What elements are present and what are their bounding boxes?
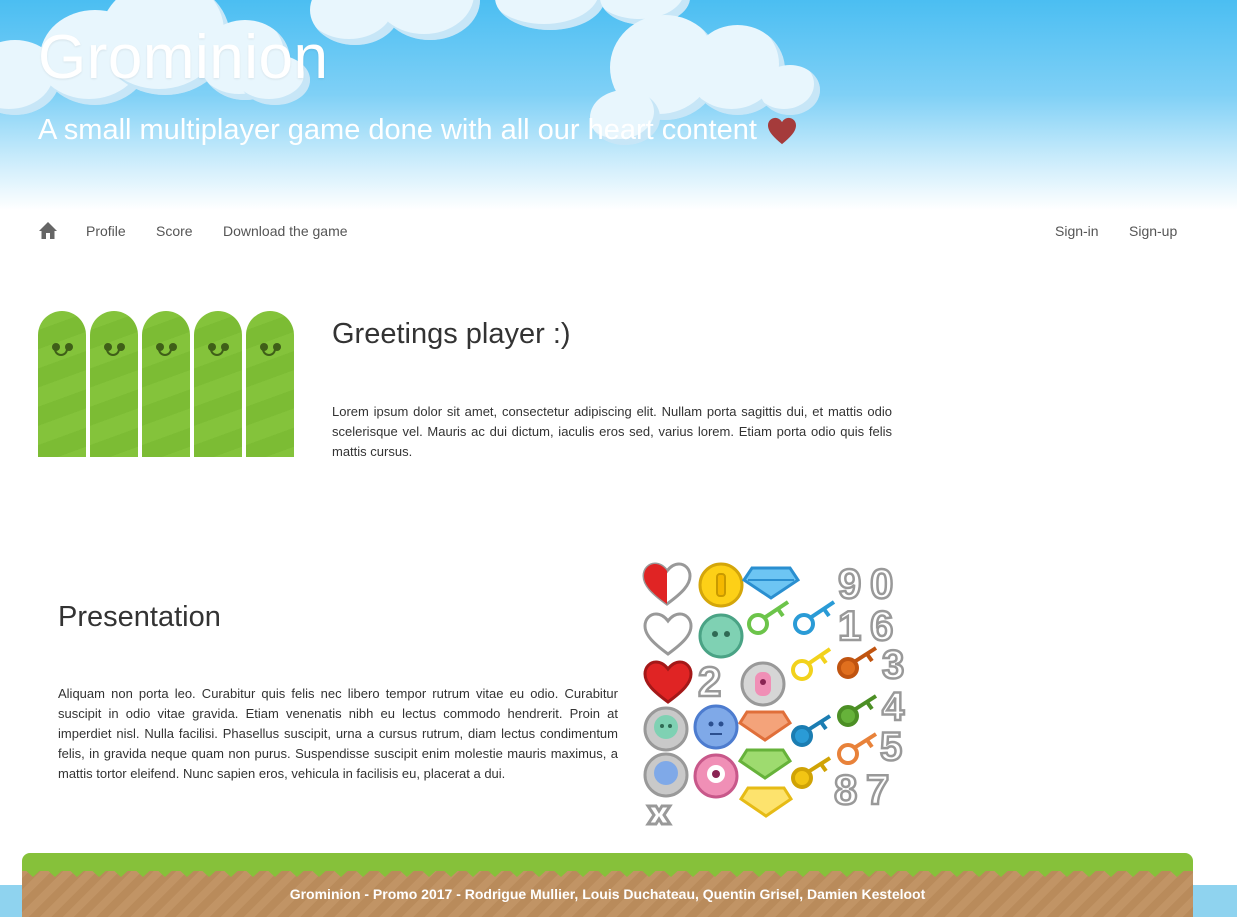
footer-grass (22, 853, 1193, 871)
orange-gem-icon (737, 710, 793, 742)
grey-blue-face-icon (643, 752, 689, 798)
nav-item-download[interactable]: Download the game (223, 223, 348, 239)
half-heart-icon (642, 562, 692, 606)
nav-item-score[interactable]: Score (156, 223, 193, 239)
yellow-gem-icon (738, 786, 794, 818)
pink-eye-icon (740, 661, 786, 707)
green-character (38, 311, 86, 457)
header-banner: Grominion A small multiplayer game done … (0, 0, 1237, 210)
subtitle-text: A small multiplayer game done with all o… (38, 114, 757, 146)
digit-sprite: 0 (870, 560, 893, 607)
green-outline-key-icon (747, 600, 790, 635)
heart-icon (767, 117, 796, 144)
grey-face-icon (643, 706, 689, 752)
main-navigation: Profile Score Download the game Sign-in … (0, 215, 1237, 249)
blue-key-icon (791, 714, 832, 747)
cloud (760, 65, 820, 115)
digit-sprite: 3 (882, 643, 904, 687)
digit-sprite: 5 (880, 725, 902, 769)
nav-item-sign-up[interactable]: Sign-up (1129, 223, 1177, 239)
digit-sprite: 7 (866, 766, 889, 813)
cross-icon (645, 804, 673, 826)
green-characters-image (38, 311, 294, 457)
digit-sprite: 8 (834, 766, 857, 813)
green-character (194, 311, 242, 457)
digit-sprite: 1 (838, 602, 861, 649)
site-subtitle: A small multiplayer game done with all o… (38, 114, 797, 147)
presentation-text: Aliquam non porta leo. Curabitur quis fe… (58, 686, 618, 781)
green-character (246, 311, 294, 457)
presentation-heading: Presentation (58, 601, 221, 633)
full-heart-icon (643, 660, 693, 704)
blue-outline-key-icon (793, 600, 836, 635)
nav-item-sign-in[interactable]: Sign-in (1055, 223, 1099, 239)
footer-credits: Grominion - Promo 2017 - Rodrigue Mullie… (289, 886, 926, 902)
digit-sprite: 9 (838, 560, 861, 607)
yellow-key-icon (791, 756, 832, 789)
orange-key-icon (837, 646, 878, 679)
nav-item-profile[interactable]: Profile (86, 223, 126, 239)
green-gem-icon (737, 748, 793, 780)
coin-icon (698, 562, 744, 608)
footer: Grominion - Promo 2017 - Rodrigue Mullie… (22, 853, 1193, 917)
greetings-heading: Greetings player :) (332, 318, 571, 350)
greetings-text: Lorem ipsum dolor sit amet, consectetur … (332, 404, 892, 459)
site-title: Grominion (38, 23, 329, 92)
cloud (380, 0, 480, 40)
orange-outline-key-icon (837, 732, 878, 765)
blue-gem-icon (741, 566, 801, 600)
green-character (90, 311, 138, 457)
blue-face-icon (693, 704, 739, 750)
empty-heart-icon (643, 612, 693, 656)
yellow-outline-key-icon (791, 647, 832, 681)
green-key-icon (837, 694, 878, 727)
digit-sprite: 4 (882, 685, 905, 729)
cloud (495, 0, 605, 30)
home-icon[interactable] (38, 221, 58, 240)
digit-sprite: 6 (870, 602, 893, 649)
green-character (142, 311, 190, 457)
water-decoration (1190, 885, 1237, 917)
digit-sprite: 2 (698, 658, 721, 705)
game-sprites-image: 9 0 1 6 3 2 4 5 8 7 (642, 560, 906, 826)
green-face-icon (698, 613, 744, 659)
pink-face-icon (693, 753, 739, 799)
